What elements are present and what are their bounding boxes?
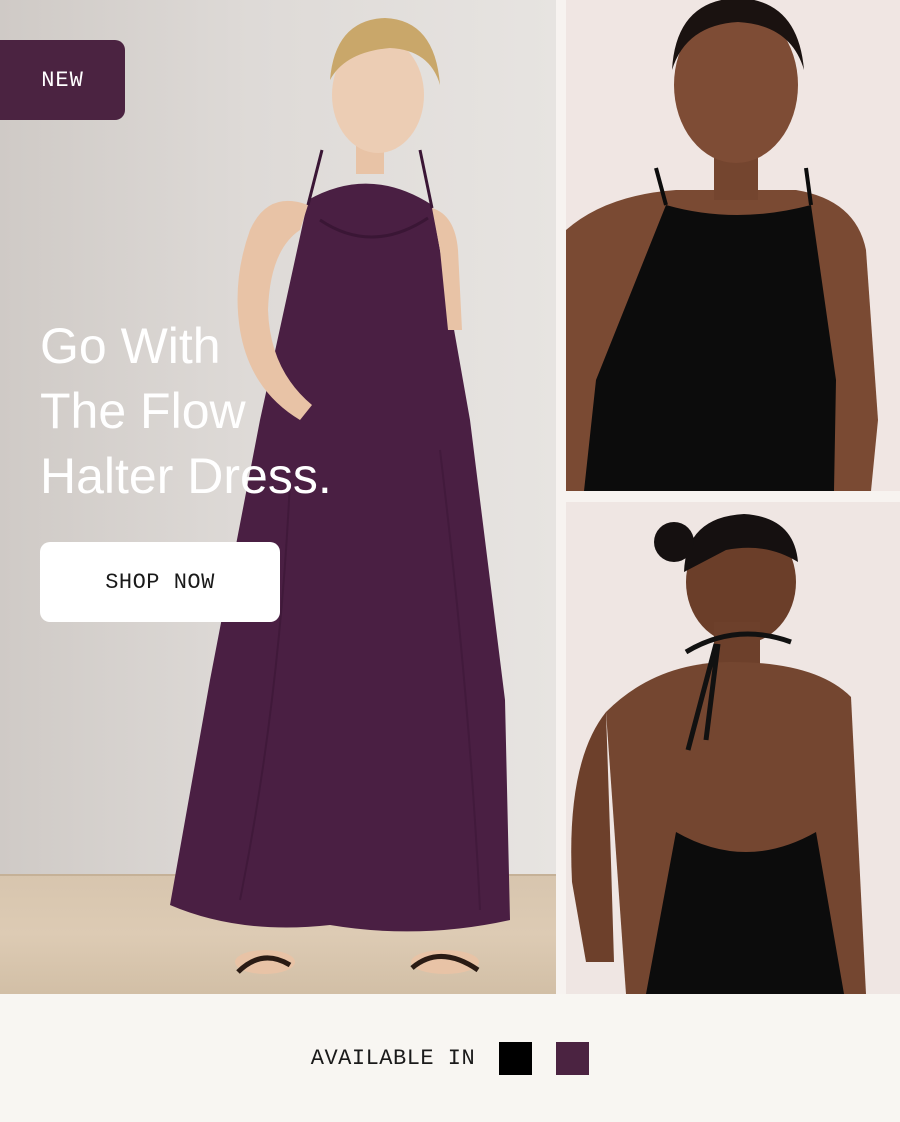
image-black-dress-front — [566, 0, 900, 491]
model-back-illustration — [571, 514, 866, 994]
hero-image-purple-dress: NEW Go With The Flow Halter Dress. SHOP … — [0, 0, 556, 994]
headline-line-2: The Flow — [40, 383, 246, 439]
headline-line-1: Go With — [40, 318, 221, 374]
shop-now-button[interactable]: SHOP NOW — [40, 542, 280, 622]
new-badge: NEW — [0, 40, 125, 120]
image-black-dress-back — [566, 502, 900, 994]
headline-line-3: Halter Dress. — [40, 448, 332, 504]
divider-vertical — [556, 0, 566, 994]
headline: Go With The Flow Halter Dress. — [40, 314, 400, 509]
availability-footer: AVAILABLE IN — [0, 994, 900, 1122]
available-in-label: AVAILABLE IN — [310, 1045, 476, 1071]
swatch-plum[interactable] — [556, 1041, 590, 1075]
divider-horizontal — [566, 491, 900, 502]
swatch-black[interactable] — [499, 1041, 533, 1075]
model-front-illustration — [566, 0, 878, 491]
